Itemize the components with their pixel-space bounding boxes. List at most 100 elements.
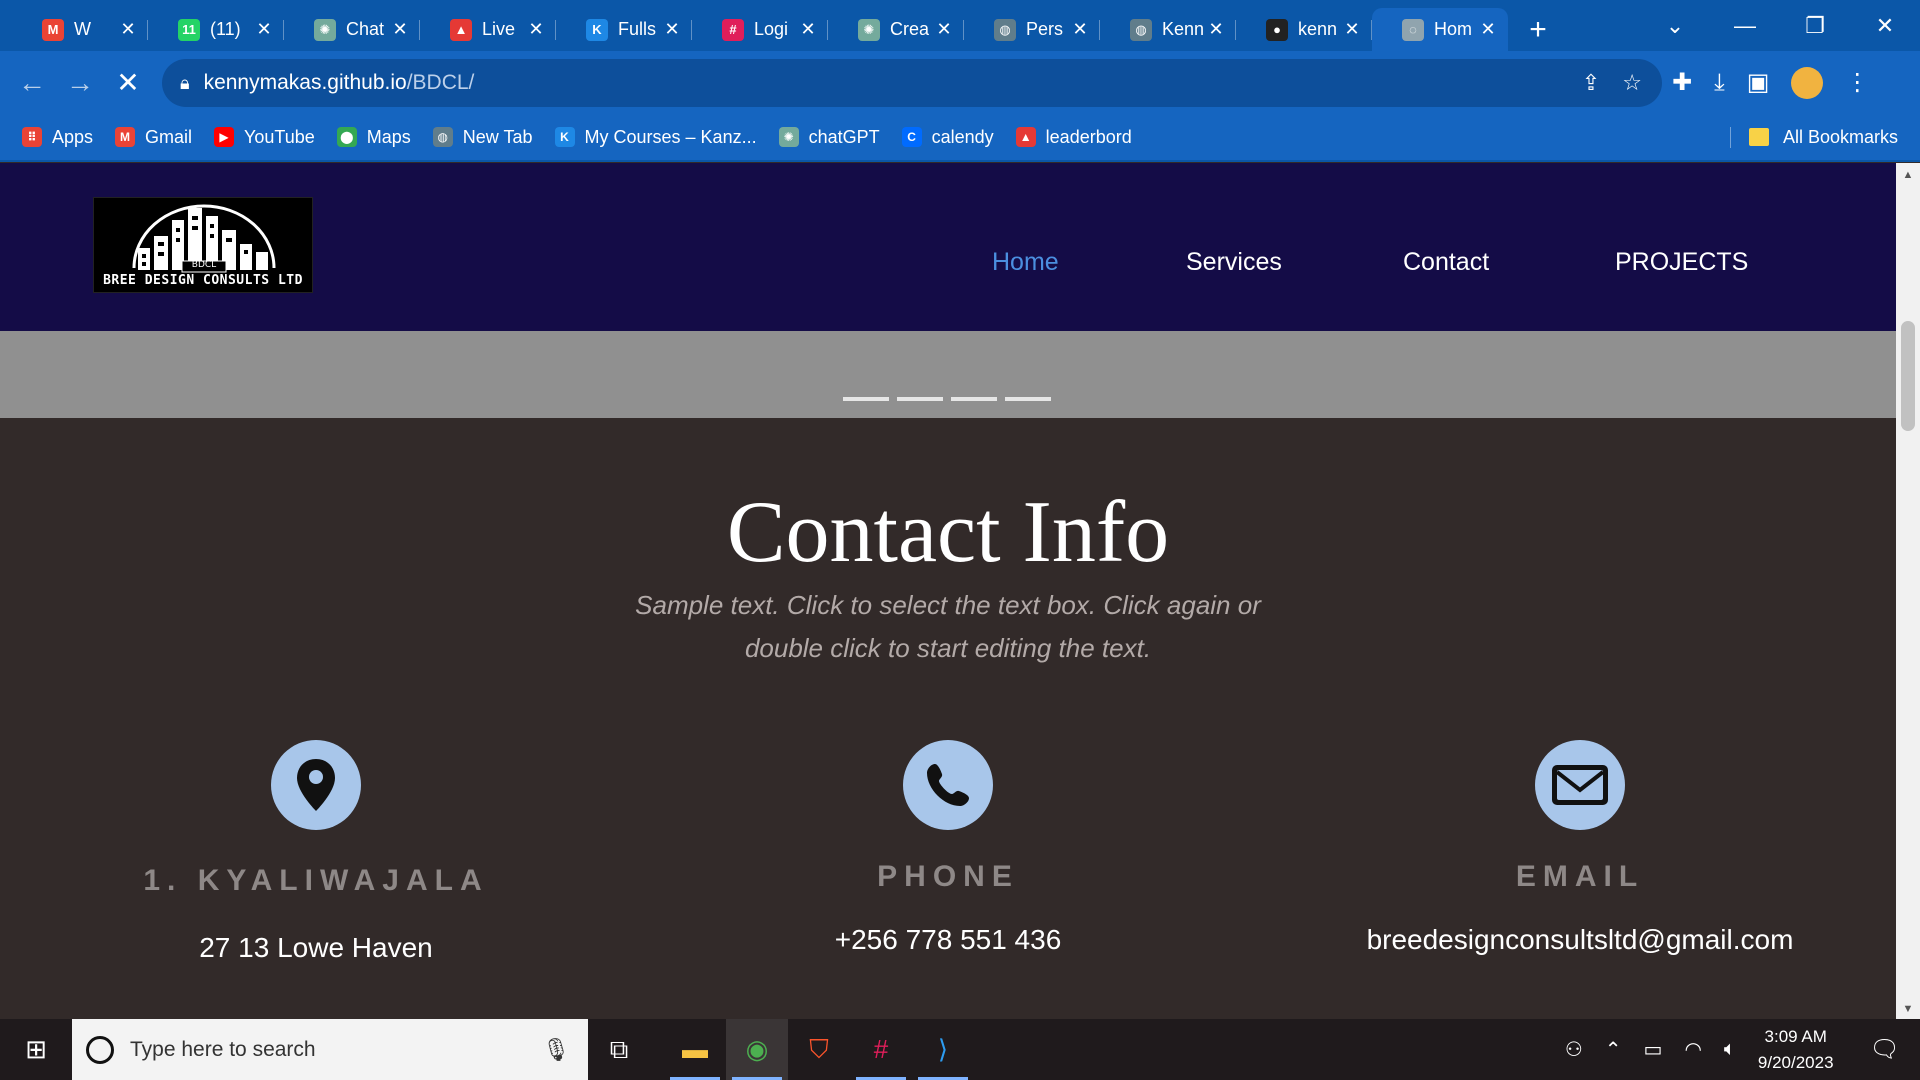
minimize-icon[interactable]: — xyxy=(1710,13,1780,39)
browser-tab[interactable]: ◍ Kenn ✕ xyxy=(1100,8,1236,51)
people-icon[interactable]: ⚇ xyxy=(1565,1037,1583,1062)
tab-close-icon[interactable]: ✕ xyxy=(1342,19,1362,40)
tab-title: Hom xyxy=(1434,19,1473,39)
tab-title: Chat xyxy=(346,19,385,39)
browser-tab[interactable]: ✺ Chat ✕ xyxy=(284,8,420,51)
scroll-up-arrow-icon[interactable]: ▲ xyxy=(1896,169,1920,181)
close-window-icon[interactable]: ✕ xyxy=(1850,13,1920,39)
back-arrow-icon[interactable]: ← xyxy=(8,67,56,99)
bookmarks-bar: ⠿ Apps M Gmail ▶ YouTube ⬤ Maps ◍ New Tab K My Cour… xyxy=(0,114,1920,162)
page-viewport: BDCL BREE DESIGN CONSULTS LTD Home Servi… xyxy=(0,163,1896,1019)
contact-phone-column: PHONE +256 778 551 436 xyxy=(688,740,1208,956)
restore-icon[interactable]: ❐ xyxy=(1780,13,1850,39)
extensions-puzzle-icon[interactable]: ✚ xyxy=(1672,68,1692,97)
nav-services[interactable]: Services xyxy=(1186,248,1282,277)
address-bar[interactable]: 🔒︎ kennymakas.github.io/BDCL/ ⇪ ☆ xyxy=(162,59,1662,107)
url-host: kennymakas.github.io xyxy=(203,71,407,94)
wifi-icon[interactable]: ◠ xyxy=(1684,1037,1701,1062)
microphone-icon[interactable]: 🎙︎ xyxy=(542,1037,570,1063)
vscode-icon[interactable]: ⟩ xyxy=(912,1019,974,1080)
bookmark-star-icon[interactable]: ☆ xyxy=(1622,70,1642,96)
gmail-icon: M xyxy=(42,18,64,41)
profile-avatar[interactable] xyxy=(1791,66,1824,99)
tab-close-icon[interactable]: ✕ xyxy=(934,19,954,40)
tray-chevron-up-icon[interactable]: ⌃ xyxy=(1605,1037,1622,1062)
slide-indicator[interactable] xyxy=(1005,397,1051,401)
taskbar-search[interactable]: Type here to search 🎙︎ xyxy=(72,1019,588,1080)
bdcl-logo[interactable]: BDCL BREE DESIGN CONSULTS LTD xyxy=(93,197,313,293)
bookmark-item[interactable]: K My Courses – Kanz... xyxy=(554,127,757,148)
bookmark-item[interactable]: M Gmail xyxy=(115,127,192,148)
tab-search-icon[interactable]: ⌄ xyxy=(1640,13,1710,39)
tab-close-icon[interactable]: ✕ xyxy=(254,19,274,40)
bookmark-item[interactable]: ⠿ Apps xyxy=(22,127,93,148)
bookmark-item[interactable]: ⬤ Maps xyxy=(336,127,411,148)
bookmark-item[interactable]: ▲ leaderbord xyxy=(1015,127,1132,148)
url-path: /BDCL/ xyxy=(406,71,475,94)
browser-tab[interactable]: ◍ Pers ✕ xyxy=(964,8,1100,51)
slide-indicator[interactable] xyxy=(843,397,889,401)
stop-loading-icon[interactable]: ✕ xyxy=(104,66,152,99)
brave-icon[interactable]: ⛉ xyxy=(788,1019,850,1080)
tab-close-icon[interactable]: ✕ xyxy=(390,19,410,40)
bookmark-item[interactable]: ✺ chatGPT xyxy=(778,126,880,148)
bookmark-item[interactable]: ◍ New Tab xyxy=(432,127,533,148)
all-bookmarks-button[interactable]: All Bookmarks xyxy=(1729,126,1898,148)
bookmark-item[interactable]: ▶ YouTube xyxy=(214,127,315,148)
tab-close-icon[interactable]: ✕ xyxy=(526,19,546,40)
tab-title: kenn xyxy=(1298,19,1338,39)
nav-contact[interactable]: Contact xyxy=(1403,248,1489,277)
task-view-icon[interactable]: ⧉ xyxy=(588,1019,650,1080)
bookmark-label: chatGPT xyxy=(808,126,880,147)
chrome-icon[interactable]: ◉ xyxy=(726,1019,788,1080)
new-tab-button[interactable]: + xyxy=(1516,8,1560,51)
slide-indicator[interactable] xyxy=(951,397,997,401)
slack-icon[interactable]: # xyxy=(850,1019,912,1080)
loading-icon: ◌ xyxy=(1402,18,1424,41)
nav-projects[interactable]: PROJECTS xyxy=(1615,248,1748,277)
slide-indicator[interactable] xyxy=(897,397,943,401)
slider-indicators xyxy=(843,397,1051,401)
browser-tab[interactable]: ✺ Crea ✕ xyxy=(828,8,964,51)
windows-start-icon[interactable]: ⊞ xyxy=(0,1034,72,1065)
share-icon[interactable]: ⇪ xyxy=(1582,70,1600,96)
side-panel-icon[interactable]: ▣ xyxy=(1747,68,1770,97)
email-value[interactable]: breedesignconsultsltd@gmail.com xyxy=(1320,924,1840,956)
volume-icon[interactable]: 🔈︎ xyxy=(1724,1038,1736,1061)
browser-tab[interactable]: # Logi ✕ xyxy=(692,8,828,51)
scrollbar-thumb[interactable] xyxy=(1901,321,1915,431)
taskbar-clock[interactable]: 3:09 AM 9/20/2023 xyxy=(1758,1024,1834,1076)
bookmark-label: Apps xyxy=(52,126,94,147)
menu-kebab-icon[interactable]: ⋮ xyxy=(1845,68,1869,97)
browser-tab[interactable]: K Fulls ✕ xyxy=(556,8,692,51)
battery-icon[interactable]: ▭ xyxy=(1644,1037,1663,1062)
all-bookmarks-label: All Bookmarks xyxy=(1782,126,1898,147)
tab-close-icon[interactable]: ✕ xyxy=(1478,19,1498,40)
windows-taskbar: ⊞ Type here to search 🎙︎ ⧉ ▬ ◉ ⛉ # ⟩ ⚇ ⌃… xyxy=(0,1019,1920,1080)
youtube-icon: ▶ xyxy=(214,127,235,147)
tab-close-icon[interactable]: ✕ xyxy=(118,19,138,40)
whatsapp-icon: 11 xyxy=(178,18,200,41)
chatgpt-icon: ✺ xyxy=(778,127,799,147)
lock-icon[interactable]: 🔒︎ xyxy=(180,73,190,94)
scroll-down-arrow-icon[interactable]: ▼ xyxy=(1896,1003,1920,1015)
browser-tab[interactable]: 11 (11) ✕ xyxy=(148,8,284,51)
tab-close-icon[interactable]: ✕ xyxy=(798,19,818,40)
file-explorer-icon[interactable]: ▬ xyxy=(664,1019,726,1080)
forward-arrow-icon[interactable]: → xyxy=(56,67,104,99)
browser-tab[interactable]: ● kenn ✕ xyxy=(1236,8,1372,51)
browser-tab[interactable]: M W ✕ xyxy=(12,8,148,51)
tab-close-icon[interactable]: ✕ xyxy=(1206,19,1226,40)
tab-close-icon[interactable]: ✕ xyxy=(662,19,682,40)
tab-close-icon[interactable]: ✕ xyxy=(1070,19,1090,40)
page-scrollbar[interactable]: ▲ ▼ xyxy=(1896,163,1920,1019)
nav-home[interactable]: Home xyxy=(992,248,1059,277)
download-icon[interactable]: ⤓ xyxy=(1714,69,1725,97)
apps-grid-icon: ⠿ xyxy=(22,127,42,147)
phone-value[interactable]: +256 778 551 436 xyxy=(688,924,1208,956)
notifications-icon[interactable]: 🗨︎ xyxy=(1870,1035,1900,1064)
browser-tab[interactable]: ▲ Live ✕ xyxy=(420,8,556,51)
bookmark-item[interactable]: Ccalendy xyxy=(901,127,994,148)
bookmark-label: YouTube xyxy=(244,126,315,147)
browser-tab[interactable]: ◌ Hom ✕ xyxy=(1372,8,1508,51)
